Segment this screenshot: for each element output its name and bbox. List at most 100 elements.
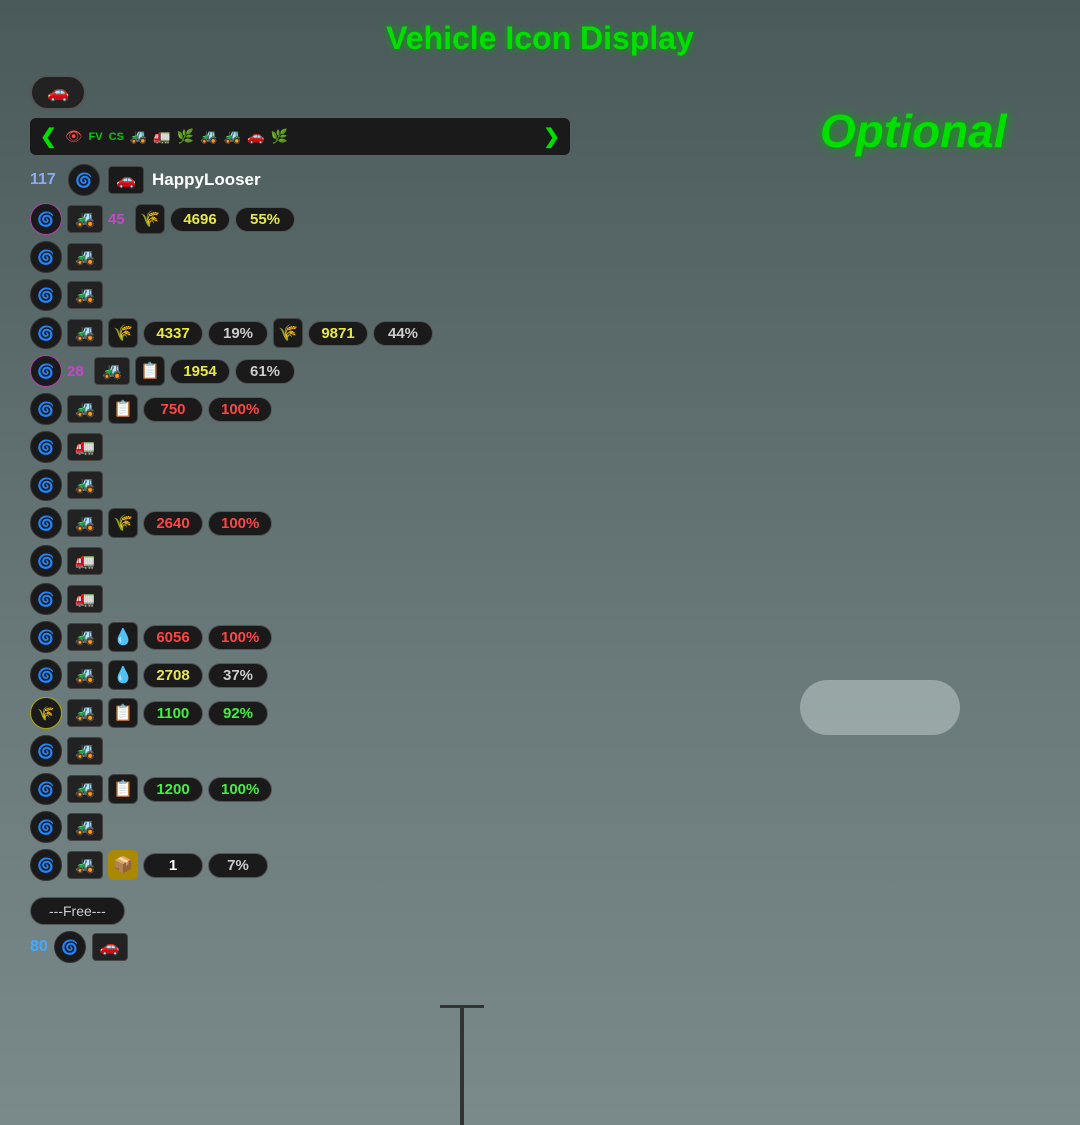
vehicle-status-icon: 🌀: [30, 507, 62, 539]
table-row: 🌾 🚜 📋 1100 92%: [30, 695, 570, 731]
vehicle-type-icon: 🚜: [67, 813, 103, 841]
table-row: 🌀 🚛: [30, 543, 570, 579]
vehicle-status-icon: 🌀: [30, 203, 62, 235]
cargo-icon: 💧: [108, 660, 138, 690]
vehicle-type-icon: 🚛: [67, 433, 103, 461]
vehicle-status-icon: 🌾: [30, 697, 62, 729]
table-row: 🌀 28 🚜 📋 1954 61%: [30, 353, 570, 389]
cargo-icon: 📋: [135, 356, 165, 386]
table-row: 🌀 🚜 📦 1 7%: [30, 847, 570, 883]
table-row: 🌀 🚜 📋 1200 100%: [30, 771, 570, 807]
player-id: 117: [30, 171, 60, 189]
vehicle-type-icon: 🚜: [67, 281, 103, 309]
cargo-icon: 📦: [108, 850, 138, 880]
free-id: 80: [30, 938, 48, 956]
cargo-icon-2: 🌾: [273, 318, 303, 348]
free-row: 80 🌀 🚗: [30, 931, 570, 963]
nav-icons: 👁 FV CS 🚜 🚛 🌿 🚜 🚜 🚗 🌿: [57, 128, 543, 145]
cargo-pct: 61%: [235, 359, 295, 384]
cargo-pct: 7%: [208, 853, 268, 878]
nav-right-arrow[interactable]: ❯: [543, 124, 560, 149]
vehicle-type-icon: 🚜: [67, 661, 103, 689]
table-row: 🌀 🚜: [30, 239, 570, 275]
vehicle-type-icon: 🚜: [67, 243, 103, 271]
vehicle-status-icon: 🌀: [30, 469, 62, 501]
free-vehicle-icon: 🚗: [92, 933, 128, 961]
table-row: 🌀 🚜: [30, 277, 570, 313]
cargo-value: 1100: [143, 701, 203, 726]
table-row: 🌀 🚜 💧 6056 100%: [30, 619, 570, 655]
vehicle-status-icon: 🌀: [30, 431, 62, 463]
player-name: HappyLooser: [152, 170, 261, 190]
cargo-pct: 37%: [208, 663, 268, 688]
vehicle-type-icon: 🚜: [67, 623, 103, 651]
nav-icon-fv[interactable]: FV: [89, 131, 103, 143]
vehicle-list: 117 🌀 🚗 HappyLooser 🌀 🚜 45 🌾 4696 55% 🌀 …: [30, 161, 570, 883]
cargo-icon: 🌾: [108, 318, 138, 348]
player-car-icon: 🚗: [108, 166, 144, 194]
vehicle-type-icon: 🚛: [67, 547, 103, 575]
vehicle-type-icon: 🚜: [67, 851, 103, 879]
cargo-value: 2708: [143, 663, 203, 688]
table-row: 🌀 🚛: [30, 429, 570, 465]
cargo-pct-2: 44%: [373, 321, 433, 346]
vehicle-status-icon: 🌀: [30, 621, 62, 653]
nav-icon-truck1[interactable]: 🚛: [153, 128, 170, 145]
table-row: 🌀 🚜 45 🌾 4696 55%: [30, 201, 570, 237]
vehicle-status-icon: 🌀: [30, 317, 62, 349]
cargo-value: 4337: [143, 321, 203, 346]
vehicle-status-icon: 🌀: [30, 279, 62, 311]
vehicle-status-icon: 🌀: [30, 545, 62, 577]
page-title: Vehicle Icon Display: [0, 20, 1080, 57]
cargo-pct: 100%: [208, 777, 272, 802]
table-row: 🌀 🚜: [30, 809, 570, 845]
nav-icon-eye[interactable]: 👁: [65, 128, 83, 145]
vehicle-type-icon: 🚜: [67, 319, 103, 347]
vehicle-type-icon: 🚜: [67, 395, 103, 423]
table-row: 🌀 🚜: [30, 467, 570, 503]
cargo-pct: 100%: [208, 397, 272, 422]
cargo-value: 1200: [143, 777, 203, 802]
vehicle-type-icon: 🚜: [67, 205, 103, 233]
cargo-pct: 100%: [208, 625, 272, 650]
vehicle-status-icon: 🌀: [30, 241, 62, 273]
vehicle-type-icon: 🚜: [67, 471, 103, 499]
player-header-row: 117 🌀 🚗 HappyLooser: [30, 161, 570, 199]
cargo-value: 750: [143, 397, 203, 422]
nav-icon-tractor1[interactable]: 🚜: [130, 128, 147, 145]
nav-icon-cs[interactable]: CS: [109, 131, 124, 143]
vehicle-status-icon: 🌀: [30, 659, 62, 691]
vehicle-button[interactable]: 🚗: [30, 75, 86, 110]
vehicle-status-icon: 🌀: [30, 583, 62, 615]
cargo-value-2: 9871: [308, 321, 368, 346]
vehicle-status-icon: 🌀: [30, 355, 62, 387]
vehicle-type-icon: 🚜: [67, 737, 103, 765]
cargo-value: 1: [143, 853, 203, 878]
nav-icon-car[interactable]: 🚗: [247, 128, 264, 145]
vehicle-status-icon: 🌀: [30, 393, 62, 425]
cargo-pct: 55%: [235, 207, 295, 232]
nav-left-arrow[interactable]: ❮: [40, 124, 57, 149]
cargo-value: 6056: [143, 625, 203, 650]
antenna-decoration: [460, 1005, 464, 1125]
table-row: 🌀 🚛: [30, 581, 570, 617]
nav-icon-tractor3[interactable]: 🚜: [224, 128, 241, 145]
nav-icon-tractor2[interactable]: 🚜: [200, 128, 217, 145]
cargo-icon: 📋: [108, 698, 138, 728]
cargo-icon: 💧: [108, 622, 138, 652]
cargo-pct: 100%: [208, 511, 272, 536]
nav-icon-harvester[interactable]: 🌿: [177, 128, 194, 145]
table-row: 🌀 🚜 📋 750 100%: [30, 391, 570, 427]
optional-label: Optional: [820, 104, 1007, 158]
nav-bar: ❮ 👁 FV CS 🚜 🚛 🌿 🚜 🚜 🚗 🌿 ❯: [30, 118, 570, 155]
cargo-value: 2640: [143, 511, 203, 536]
cargo-icon: 🌾: [108, 508, 138, 538]
vehicle-status-icon: 🌀: [30, 849, 62, 881]
nav-icon-plant[interactable]: 🌿: [271, 128, 288, 145]
cargo-pct: 19%: [208, 321, 268, 346]
cloud-decoration: [800, 680, 960, 735]
free-section: ---Free--- 80 🌀 🚗: [30, 897, 570, 963]
table-row: 🌀 🚜 💧 2708 37%: [30, 657, 570, 693]
row-number: 45: [108, 211, 130, 228]
free-icon: 🌀: [54, 931, 86, 963]
